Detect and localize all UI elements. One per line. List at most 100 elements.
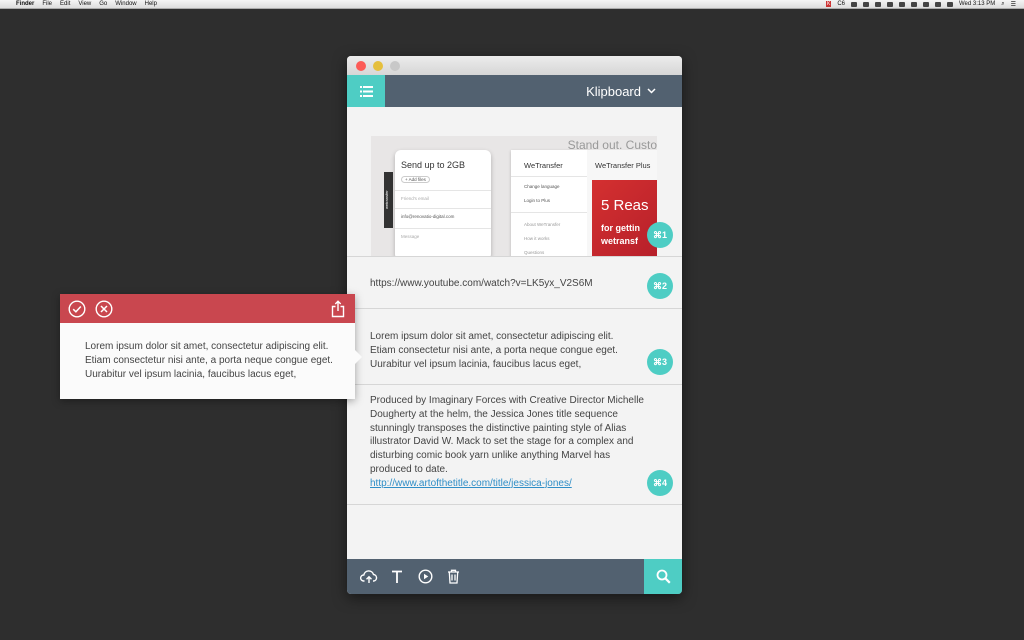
thumb-menu-card: WeTransfer Change language Login to Plus…	[511, 150, 591, 256]
thumb-menu-item: How it works	[524, 236, 550, 241]
wifi-icon[interactable]	[898, 1, 905, 7]
chevron-down-icon	[647, 88, 656, 94]
clip-text-line: disturbing comic book yarn unlike anythi…	[370, 450, 611, 462]
menu-help[interactable]: Help	[145, 1, 157, 7]
clip-article-body: Produced by Imaginary Forces with Creati…	[370, 394, 644, 491]
close-window-button[interactable]	[356, 61, 366, 71]
clip-item-text[interactable]: Lorem ipsum dolor sit amet, consectetur …	[347, 309, 682, 385]
flag-icon[interactable]	[934, 1, 941, 7]
menu-file[interactable]: File	[42, 1, 52, 7]
thumb-menu-item: Change language	[524, 184, 560, 189]
clip-edit-popover: Lorem ipsum dolor sit amet, consectetur …	[60, 294, 362, 399]
clip-text-line: produced to date.	[370, 463, 448, 475]
thumb-field: Message	[401, 234, 420, 239]
thumb-add-files: + Add files	[401, 176, 430, 183]
clip-item-article[interactable]: Produced by Imaginary Forces with Creati…	[347, 385, 682, 505]
thumb-plus-title: WeTransfer Plus	[595, 161, 651, 170]
thumb-menu-item: About WeTransfer	[524, 222, 561, 227]
popover-text-line: Etiam consectetur nisi ante, a porta neq…	[85, 354, 333, 366]
clip-text-body: Lorem ipsum dolor sit amet, consectetur …	[370, 330, 618, 371]
klipboard-window: Klipboard Stand out. Custo wetransfer Se…	[347, 56, 682, 594]
popover-text[interactable]: Lorem ipsum dolor sit amet, consectetur …	[85, 340, 333, 381]
app-title: Klipboard	[586, 83, 641, 99]
text-icon	[392, 570, 402, 583]
clip-text-line: Produced by Imaginary Forces with Creati…	[370, 395, 644, 406]
text-button[interactable]	[383, 559, 411, 594]
search-button[interactable]	[644, 559, 682, 594]
tray-icon-4[interactable]	[886, 1, 893, 7]
notification-center-icon[interactable]: ☰	[1011, 1, 1016, 8]
clip-text-line: illustrator David W. Mack to set the sta…	[370, 436, 634, 448]
clip-list: Stand out. Custo wetransfer Send up to 2…	[347, 107, 682, 559]
trash-icon	[447, 569, 459, 584]
confirm-button[interactable]	[68, 299, 86, 318]
clip-text-line: Uurabitur vel ipsum lacinia, faucibus la…	[370, 358, 582, 370]
play-icon	[417, 569, 433, 584]
thumb-upload-title: Send up to 2GB	[401, 160, 466, 170]
tray-icon-1[interactable]	[850, 1, 857, 7]
spotlight-icon[interactable]: ⌕	[1001, 1, 1004, 8]
menu-go[interactable]: Go	[99, 1, 107, 7]
check-circle-icon	[68, 299, 86, 318]
share-icon	[331, 299, 345, 317]
tray-icon-3[interactable]	[874, 1, 881, 7]
shortcut-badge[interactable]: ⌘2	[647, 273, 673, 299]
clip-text-line: Lorem ipsum dolor sit amet, consectetur …	[370, 331, 614, 342]
popover-text-line: Lorem ipsum dolor sit amet, consectetur …	[85, 341, 329, 352]
upload-button[interactable]	[355, 559, 383, 594]
thumb-menu-item: Login to Plus	[524, 198, 551, 203]
shortcut-badge[interactable]: ⌘1	[647, 222, 673, 248]
bottom-toolbar	[347, 559, 682, 594]
clip-text-line: Etiam consectetur nisi ante, a porta neq…	[370, 344, 618, 356]
thumb-promo-line: 5 Reas	[601, 197, 649, 214]
thumb-field: Friend's email	[401, 196, 429, 201]
list-menu-button[interactable]	[347, 75, 385, 107]
clip-text-line: stunningly transposes the distinctive pa…	[370, 422, 627, 434]
popover-header	[60, 294, 355, 323]
play-button[interactable]	[411, 559, 439, 594]
minimize-window-button[interactable]	[373, 61, 383, 71]
delete-button[interactable]	[439, 559, 467, 594]
zoom-window-button[interactable]	[390, 61, 400, 71]
thumb-menu-item: Questions	[524, 250, 545, 255]
thumb-plus-card: WeTransfer Plus 5 Reas for gettin wetran…	[587, 150, 657, 256]
shortcut-badge[interactable]: ⌘4	[647, 470, 673, 496]
shortcut-badge[interactable]: ⌘3	[647, 349, 673, 375]
thumb-field: info@renovatio-digital.com	[401, 214, 455, 219]
thumb-upload-card: Send up to 2GB + Add files Friend's emai…	[395, 150, 491, 256]
thumb-promo-line: for gettin	[601, 223, 640, 233]
search-icon	[656, 569, 671, 584]
close-circle-icon	[95, 299, 113, 318]
cloud-upload-icon	[360, 569, 378, 583]
clip-text-line: Dougherty at the helm, the Jessica Jones…	[370, 408, 618, 420]
menu-clock[interactable]: Wed 3:13 PM	[959, 1, 995, 7]
menu-window[interactable]: Window	[115, 1, 136, 7]
menu-view[interactable]: View	[78, 1, 91, 7]
app-header: Klipboard	[347, 75, 682, 107]
tray-icon-2[interactable]	[862, 1, 869, 7]
popover-arrow	[355, 350, 362, 364]
clip-item-image[interactable]: Stand out. Custo wetransfer Send up to 2…	[347, 107, 682, 257]
battery-icon[interactable]	[946, 1, 953, 7]
klipboard-tray-icon[interactable]: K	[825, 1, 832, 7]
thumb-promo-banner: 5 Reas for gettin wetransf	[592, 180, 657, 256]
clip-image-thumbnail: Stand out. Custo wetransfer Send up to 2…	[371, 136, 657, 256]
app-title-dropdown[interactable]: Klipboard	[586, 84, 656, 99]
menu-app-finder[interactable]: Finder	[16, 1, 34, 7]
time-machine-icon[interactable]	[910, 1, 917, 7]
popover-text-line: Uurabitur vel ipsum lacinia, faucibus la…	[85, 368, 297, 380]
list-icon	[359, 85, 373, 97]
clip-article-link[interactable]: http://www.artofthetitle.com/title/jessi…	[370, 477, 644, 491]
share-button[interactable]	[329, 299, 347, 318]
menu-edit[interactable]: Edit	[60, 1, 70, 7]
clip-item-url[interactable]: https://www.youtube.com/watch?v=LK5yx_V2…	[347, 257, 682, 309]
title-bar[interactable]	[347, 56, 682, 75]
menu-bar: Finder File Edit View Go Window Help K C…	[0, 0, 1024, 9]
thumb-menu-title: WeTransfer	[524, 161, 563, 170]
volume-icon[interactable]	[922, 1, 929, 7]
thumb-promo-line: wetransf	[601, 236, 639, 246]
thumb-sidebar-tag: wetransfer	[384, 172, 393, 228]
tray-status-text: C6	[837, 1, 845, 7]
clip-url-text: https://www.youtube.com/watch?v=LK5yx_V2…	[370, 278, 593, 289]
cancel-button[interactable]	[95, 299, 113, 318]
